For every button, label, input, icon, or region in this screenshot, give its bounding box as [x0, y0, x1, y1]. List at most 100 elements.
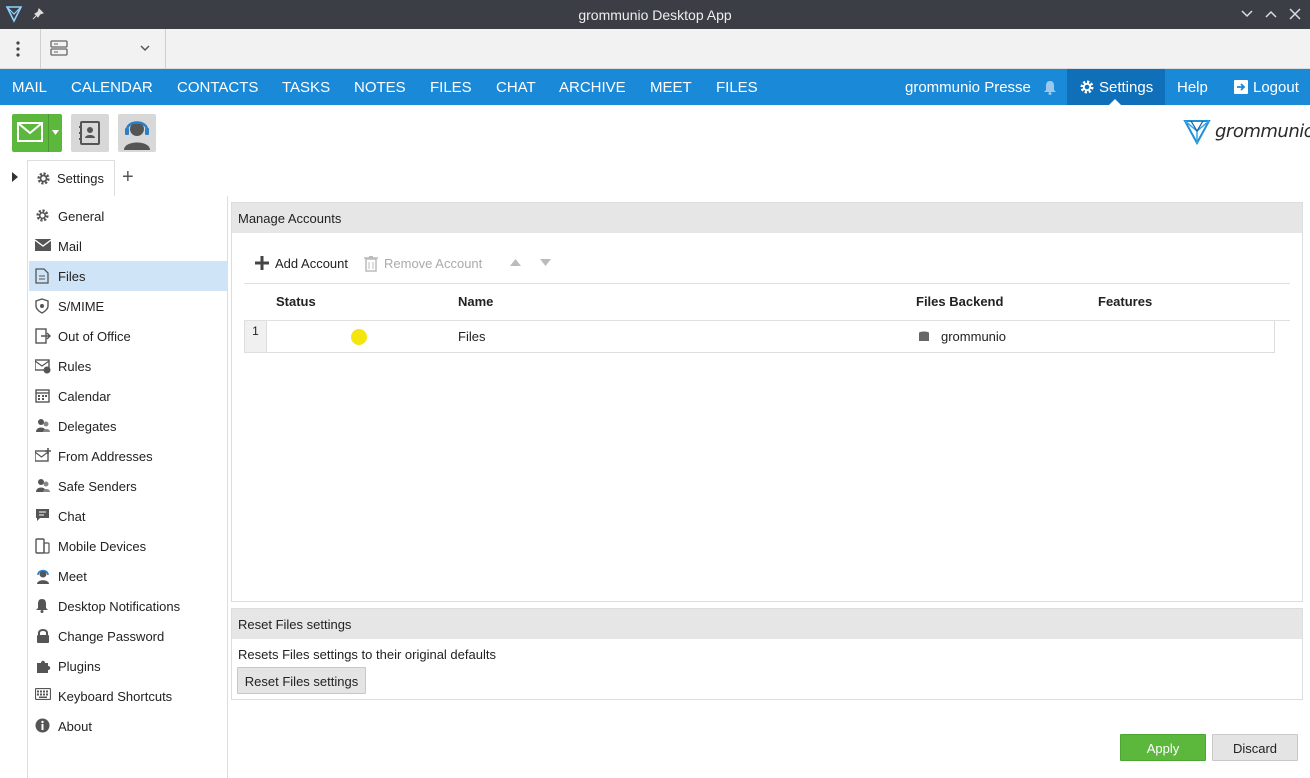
- sidebar-item-label: Out of Office: [58, 329, 131, 344]
- logout-icon[interactable]: [1233, 79, 1249, 98]
- new-mail-button[interactable]: [12, 114, 62, 152]
- move-up-icon[interactable]: [510, 259, 521, 266]
- sidebar-item-meet[interactable]: Meet: [29, 561, 228, 591]
- kebab-menu-icon[interactable]: [8, 39, 28, 59]
- sidebar-item-calendar[interactable]: Calendar: [29, 381, 228, 411]
- nav-contacts[interactable]: CONTACTS: [177, 79, 258, 96]
- trash-icon: [364, 256, 378, 272]
- envelope-icon: [34, 238, 52, 254]
- nav-help[interactable]: Help: [1177, 79, 1208, 96]
- nav-files[interactable]: FILES: [430, 79, 472, 96]
- bell-icon[interactable]: [1043, 80, 1057, 98]
- logo-text: grommunio: [1215, 120, 1310, 142]
- sidebar-item-out-of-office[interactable]: Out of Office: [29, 321, 228, 351]
- move-down-icon[interactable]: [540, 259, 551, 266]
- add-account-label: Add Account: [275, 255, 348, 271]
- address-book-button[interactable]: [71, 114, 109, 152]
- server-icon[interactable]: [50, 40, 68, 59]
- manage-accounts-heading: Manage Accounts: [232, 203, 1302, 233]
- nav-archive[interactable]: ARCHIVE: [559, 79, 626, 96]
- sidebar-item-files[interactable]: Files: [29, 261, 228, 291]
- reset-files-panel: Reset Files settings Resets Files settin…: [231, 608, 1303, 700]
- active-caret: [1109, 99, 1121, 105]
- sidebar-item-plugins[interactable]: Plugins: [29, 651, 228, 681]
- sidebar-item-about[interactable]: About: [29, 711, 228, 741]
- chevron-down-icon[interactable]: [138, 41, 152, 58]
- minimize-icon[interactable]: [1237, 4, 1257, 24]
- column-name[interactable]: Name: [458, 294, 493, 309]
- nav-chat[interactable]: CHAT: [496, 79, 536, 96]
- support-button[interactable]: [118, 114, 156, 152]
- tab-settings-label: Settings: [57, 171, 104, 186]
- reset-files-heading: Reset Files settings: [232, 609, 1302, 639]
- discard-button[interactable]: Discard: [1212, 734, 1298, 761]
- envelope-icon: [17, 122, 43, 142]
- nav-mail[interactable]: MAIL: [12, 79, 47, 96]
- nav-tasks[interactable]: TASKS: [282, 79, 330, 96]
- sidebar-item-delegates[interactable]: Delegates: [29, 411, 228, 441]
- sidebar-item-from-addresses[interactable]: From Addresses: [29, 441, 228, 471]
- sidebar-item-label: Files: [58, 269, 86, 284]
- column-files-backend[interactable]: Files Backend: [916, 294, 1003, 309]
- remove-account-button[interactable]: Remove Account: [363, 255, 482, 272]
- keyboard-icon: [34, 687, 52, 704]
- window-titlebar: grommunio Desktop App: [0, 0, 1310, 29]
- sidebar-item-desktop-notifications[interactable]: Desktop Notifications: [29, 591, 228, 621]
- table-row[interactable]: 1 Files grommunio: [244, 321, 1275, 353]
- apply-button[interactable]: Apply: [1120, 734, 1206, 761]
- column-features[interactable]: Features: [1098, 294, 1152, 309]
- nav-notes[interactable]: NOTES: [354, 79, 406, 96]
- sidebar-item-label: Delegates: [58, 419, 117, 434]
- sidebar-item-safe-senders[interactable]: Safe Senders: [29, 471, 228, 501]
- sidebar-item-mail[interactable]: Mail: [29, 231, 228, 261]
- sidebar-item-label: Plugins: [58, 659, 101, 674]
- users-icon: [35, 478, 51, 494]
- sidebar-item-change-password[interactable]: Change Password: [29, 621, 228, 651]
- sidebar-item-label: Safe Senders: [58, 479, 137, 494]
- close-icon[interactable]: [1285, 4, 1305, 24]
- column-status[interactable]: Status: [276, 294, 316, 309]
- nav-meet[interactable]: MEET: [650, 79, 692, 96]
- gear-icon: [1079, 79, 1095, 98]
- sidebar-item-rules[interactable]: Rules: [29, 351, 228, 381]
- envelope-plus-icon: [34, 448, 51, 464]
- user-name[interactable]: grommunio Presse: [905, 79, 1031, 96]
- maximize-icon[interactable]: [1261, 4, 1281, 24]
- sidebar-item-general[interactable]: General: [29, 201, 228, 231]
- sidebar-item-label: General: [58, 209, 105, 224]
- status-indicator-icon: [351, 329, 367, 345]
- remove-account-label: Remove Account: [384, 256, 483, 271]
- account-name: Files: [458, 329, 486, 344]
- row-number: 1: [245, 321, 267, 352]
- headset-icon: [124, 121, 150, 150]
- calendar-icon: [35, 388, 51, 404]
- expand-sidebar-icon[interactable]: [12, 172, 18, 182]
- window-title: grommunio Desktop App: [578, 7, 732, 23]
- sidebar-item-chat[interactable]: Chat: [29, 501, 228, 531]
- sidebar-item-label: Keyboard Shortcuts: [58, 689, 173, 704]
- sidebar-item-label: Desktop Notifications: [58, 599, 181, 614]
- sidebar-item-label: About: [58, 719, 92, 734]
- nav-settings[interactable]: Settings: [1099, 79, 1153, 96]
- add-tab-icon[interactable]: +: [122, 166, 134, 189]
- nav-files-2[interactable]: FILES: [716, 79, 758, 96]
- sidebar-item-label: S/MIME: [58, 299, 105, 314]
- reset-files-button[interactable]: Reset Files settings: [237, 667, 366, 694]
- nav-calendar[interactable]: CALENDAR: [71, 79, 153, 96]
- main-navigation: MAIL CALENDAR CONTACTS TASKS NOTES FILES…: [0, 69, 1310, 105]
- sidebar-item-keyboard-shortcuts[interactable]: Keyboard Shortcuts: [29, 681, 228, 711]
- backend-icon: [917, 329, 931, 346]
- file-icon: [35, 268, 51, 284]
- sidebar-item-label: From Addresses: [58, 449, 153, 464]
- tab-settings[interactable]: Settings: [27, 160, 115, 196]
- out-of-office-icon: [35, 328, 51, 344]
- sidebar-item-s-mime[interactable]: S/MIME: [29, 291, 228, 321]
- shield-icon: [35, 298, 51, 314]
- sidebar-item-mobile-devices[interactable]: Mobile Devices: [29, 531, 228, 561]
- app-toolbar: [0, 29, 1310, 69]
- puzzle-icon: [35, 658, 51, 674]
- add-account-button[interactable]: Add Account: [254, 255, 348, 271]
- account-backend: grommunio: [941, 329, 1007, 344]
- grommunio-logo-icon: [1183, 120, 1211, 145]
- nav-logout[interactable]: Logout: [1253, 79, 1299, 96]
